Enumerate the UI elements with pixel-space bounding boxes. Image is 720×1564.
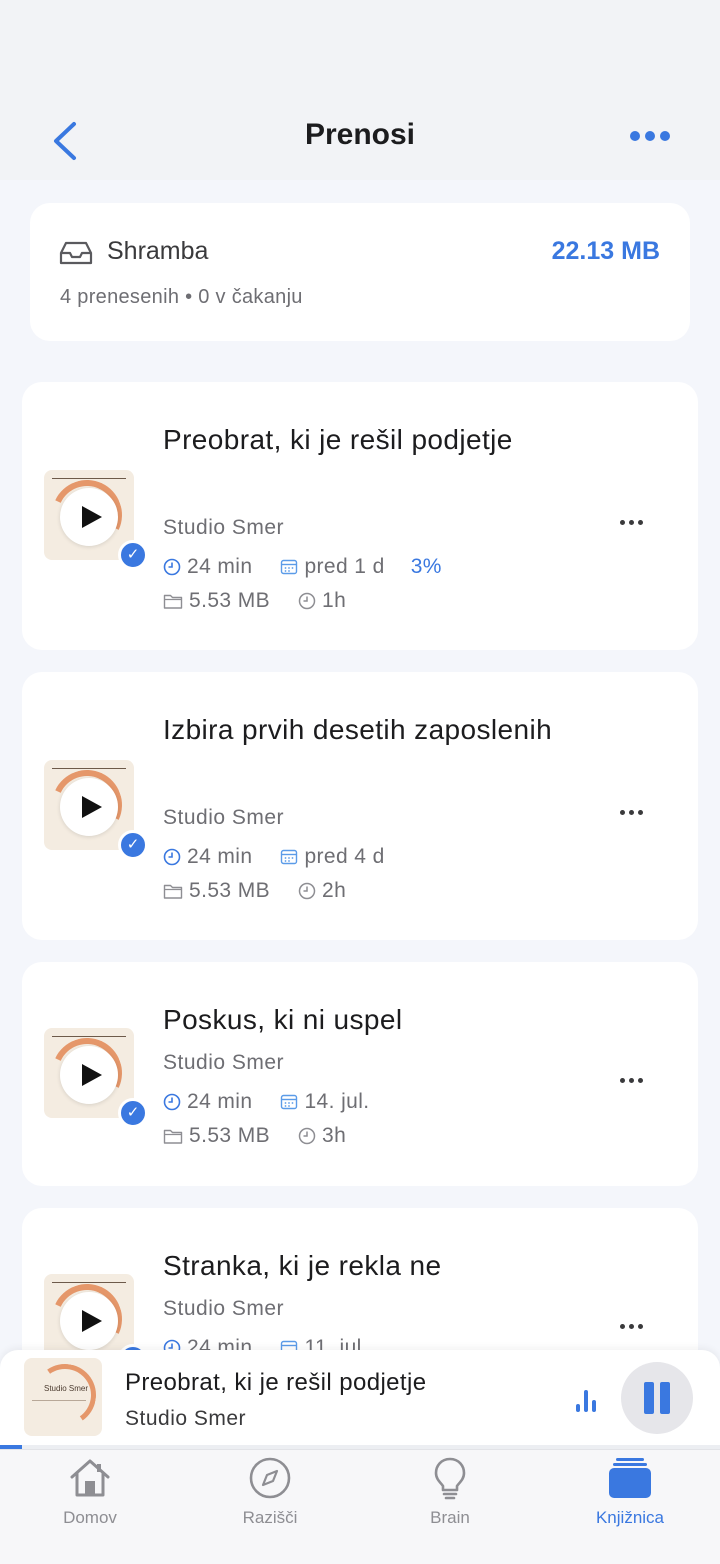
more-options-button[interactable] [630, 128, 680, 152]
episode-author: Studio Smer [163, 1051, 285, 1074]
episode-author: Studio Smer [163, 516, 285, 539]
date-text: 14. jul. [304, 1090, 370, 1113]
file-size-text: 5.53 MB [189, 879, 271, 902]
item-more-button[interactable] [620, 802, 652, 815]
duration-text: 24 min [187, 1090, 253, 1113]
thumb-label: Studio Smer [44, 1384, 89, 1393]
storage-title: Shramba [107, 237, 209, 265]
history-icon [298, 592, 316, 610]
tab-brain[interactable]: Brain [360, 1450, 540, 1564]
folder-icon [163, 594, 183, 609]
episode-author: Studio Smer [163, 1297, 285, 1320]
episode-thumbnail[interactable]: ✓ [42, 1028, 148, 1128]
pause-icon-bar [660, 1382, 670, 1414]
downloaded-check-icon: ✓ [118, 830, 148, 860]
episode-meta-row-2: 5.53 MB 1h [163, 589, 346, 613]
header: Prenosi [0, 0, 720, 180]
episode-meta-row-1: 24 min pred 4 d [163, 845, 385, 869]
episode-meta-row-2: 5.53 MB 3h [163, 1124, 346, 1148]
episode-thumbnail[interactable]: ✓ [42, 760, 148, 860]
calendar-icon [281, 1094, 298, 1110]
listened-text: 2h [322, 879, 347, 902]
item-more-button[interactable] [620, 1070, 652, 1083]
tab-bar: Domov Razišči Brain Knjižnica [0, 1449, 720, 1564]
tab-label: Razišči [242, 1508, 298, 1527]
episode-thumbnail[interactable]: ✓ [42, 470, 148, 570]
clock-icon [163, 558, 181, 576]
download-item[interactable]: ✓ Preobrat, ki je rešil podjetje Studio … [22, 382, 698, 650]
pause-icon [644, 1382, 654, 1414]
play-icon[interactable] [60, 488, 118, 546]
clock-icon [163, 848, 181, 866]
storage-size: 22.13 MB [551, 237, 660, 265]
more-dot-icon [645, 131, 655, 141]
now-playing-thumbnail: Studio Smer [24, 1358, 102, 1436]
duration-text: 24 min [187, 845, 253, 868]
mini-player[interactable]: Studio Smer Preobrat, ki je rešil podjet… [0, 1350, 720, 1450]
tab-label: Brain [430, 1508, 470, 1527]
play-icon[interactable] [60, 778, 118, 836]
download-item[interactable]: ✓ Izbira prvih desetih zaposlenih Studio… [22, 672, 698, 940]
home-icon [70, 1459, 110, 1497]
thumb-decoration [32, 1400, 86, 1401]
calendar-icon [281, 849, 298, 865]
tab-label: Domov [63, 1508, 117, 1527]
tab-label: Knjižnica [595, 1508, 665, 1527]
tray-icon [59, 241, 93, 265]
compass-icon [249, 1457, 291, 1499]
file-size-text: 5.53 MB [189, 1124, 271, 1147]
listened-text: 1h [322, 589, 347, 612]
tab-library[interactable]: Knjižnica [540, 1450, 720, 1564]
item-more-button[interactable] [620, 512, 652, 525]
episode-title: Stranka, ki je rekla ne [163, 1250, 442, 1281]
date-text: pred 1 d [304, 555, 385, 578]
download-item[interactable]: ✓ Poskus, ki ni uspel Studio Smer 24 min… [22, 962, 698, 1186]
more-dot-icon [660, 131, 670, 141]
episode-meta-row-2: 5.53 MB 2h [163, 879, 346, 903]
equalizer-icon [576, 1390, 596, 1412]
library-icon [609, 1458, 651, 1498]
calendar-icon [281, 559, 298, 575]
storage-summary: 4 prenesenih • 0 v čakanju [60, 286, 303, 308]
play-icon[interactable] [60, 1046, 118, 1104]
episode-title: Izbira prvih desetih zaposlenih [163, 714, 553, 745]
episode-meta-row-1: 24 min pred 1 d 3% [163, 555, 442, 579]
episode-author: Studio Smer [163, 806, 285, 829]
item-more-button[interactable] [620, 1316, 652, 1329]
progress-percent: 3% [410, 555, 442, 578]
downloaded-check-icon: ✓ [118, 1098, 148, 1128]
lightbulb-icon [434, 1457, 466, 1500]
history-icon [298, 1127, 316, 1145]
tab-home[interactable]: Domov [0, 1450, 180, 1564]
episode-title: Preobrat, ki je rešil podjetje [163, 424, 513, 455]
now-playing-title: Preobrat, ki je rešil podjetje [125, 1369, 427, 1396]
episode-title: Poskus, ki ni uspel [163, 1004, 403, 1035]
now-playing-author: Studio Smer [125, 1407, 247, 1430]
pause-button[interactable] [621, 1362, 693, 1434]
episode-meta-row-1: 24 min 14. jul. [163, 1090, 370, 1114]
tab-explore[interactable]: Razišči [180, 1450, 360, 1564]
listened-text: 3h [322, 1124, 347, 1147]
file-size-text: 5.53 MB [189, 589, 271, 612]
more-dot-icon [630, 131, 640, 141]
clock-icon [163, 1093, 181, 1111]
storage-card: Shramba 22.13 MB 4 prenesenih • 0 v čaka… [30, 203, 690, 341]
date-text: pred 4 d [304, 845, 385, 868]
thumb-arc [29, 1359, 101, 1431]
duration-text: 24 min [187, 555, 253, 578]
folder-icon [163, 884, 183, 899]
page-title: Prenosi [304, 118, 416, 151]
play-icon[interactable] [60, 1292, 118, 1350]
folder-icon [163, 1129, 183, 1144]
history-icon [298, 882, 316, 900]
downloaded-check-icon: ✓ [118, 540, 148, 570]
